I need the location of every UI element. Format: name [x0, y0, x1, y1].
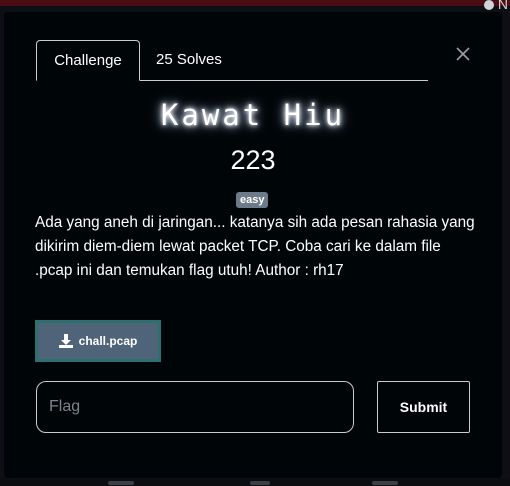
user-icon	[483, 0, 494, 11]
backdrop-user-menu: N	[483, 0, 508, 12]
close-button[interactable]	[454, 45, 472, 63]
backdrop-content	[0, 478, 510, 486]
modal-tabs: Challenge 25 Solves	[36, 40, 428, 81]
download-file-button[interactable]: chall.pcap	[35, 320, 161, 362]
challenge-title: Kawat Hiu	[160, 98, 346, 132]
challenge-modal: Challenge 25 Solves Kawat Hiu 223 easy A…	[4, 12, 502, 478]
close-icon	[456, 47, 470, 61]
backdrop-user-label: N	[497, 0, 508, 12]
backdrop-navbar	[0, 0, 510, 6]
challenge-points: 223	[230, 145, 276, 175]
download-icon	[58, 334, 73, 348]
tab-solves[interactable]: 25 Solves	[156, 40, 222, 80]
flag-input[interactable]	[36, 381, 354, 433]
file-name: chall.pcap	[78, 334, 138, 348]
tab-challenge[interactable]: Challenge	[36, 40, 140, 81]
submit-button[interactable]: Submit	[377, 381, 470, 433]
difficulty-tag: easy	[236, 192, 269, 208]
challenge-description: Ada yang aneh di jaringan... katanya sih…	[35, 214, 475, 279]
